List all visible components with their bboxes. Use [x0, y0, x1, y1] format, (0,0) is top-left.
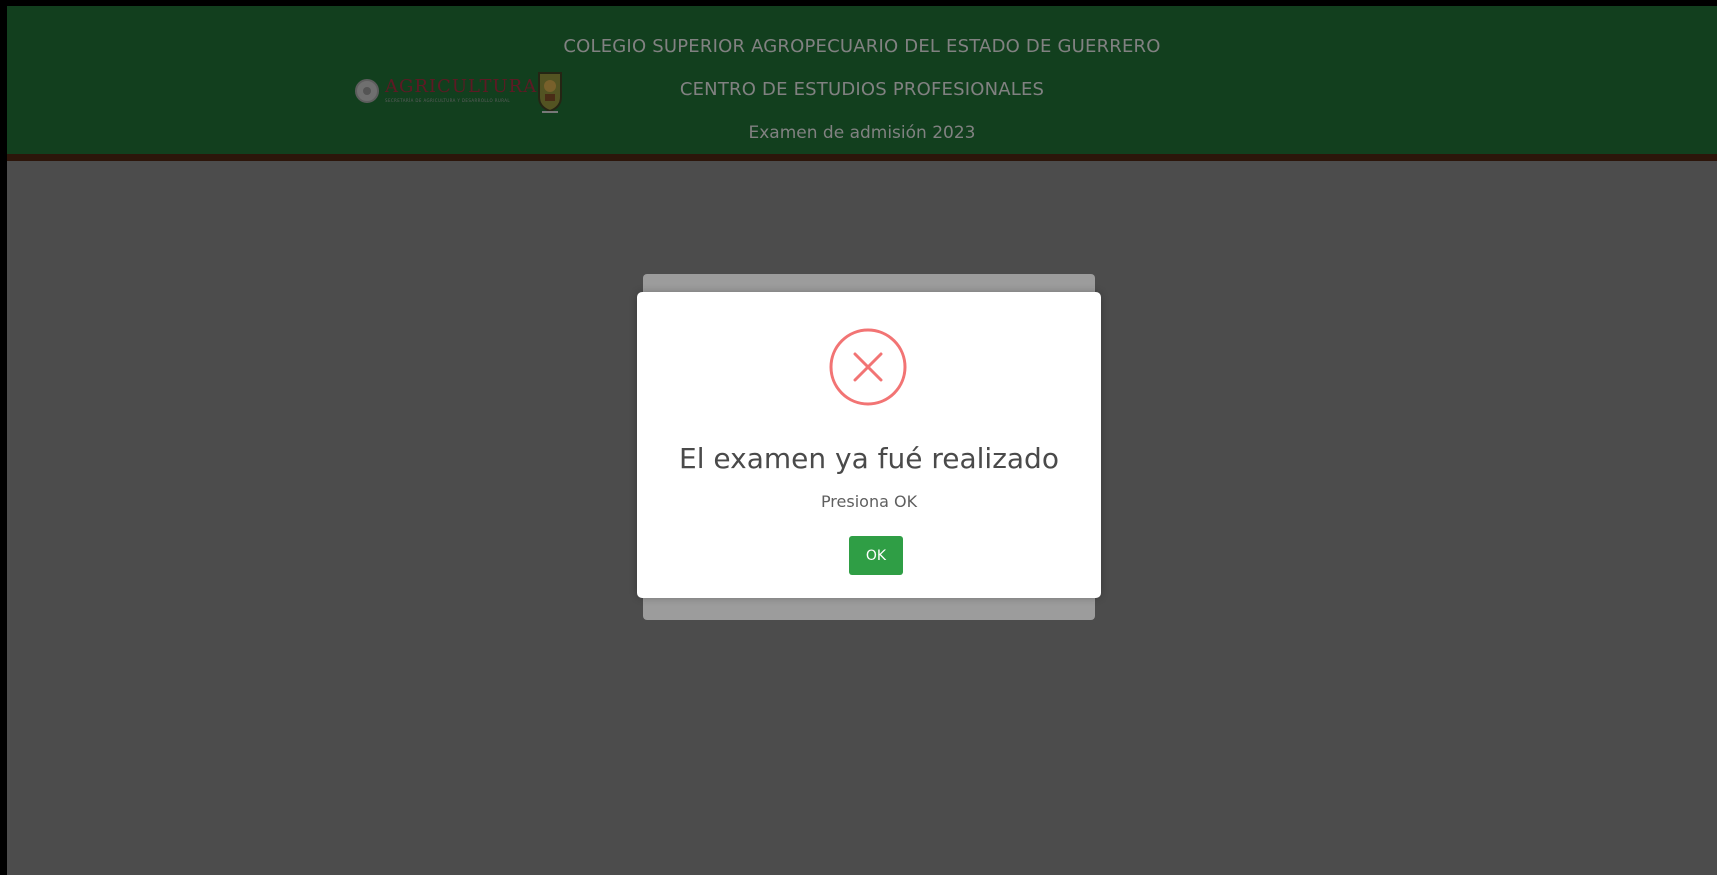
- error-x-icon: [829, 328, 907, 406]
- error-modal: El examen ya fué realizado Presiona OK O…: [637, 292, 1101, 598]
- page: AGRICULTURA SECRETARÍA DE AGRICULTURA Y …: [7, 6, 1717, 875]
- modal-message: Presiona OK: [820, 492, 918, 511]
- ok-button[interactable]: OK: [849, 536, 903, 575]
- modal-title: El examen ya fué realizado: [679, 442, 1059, 475]
